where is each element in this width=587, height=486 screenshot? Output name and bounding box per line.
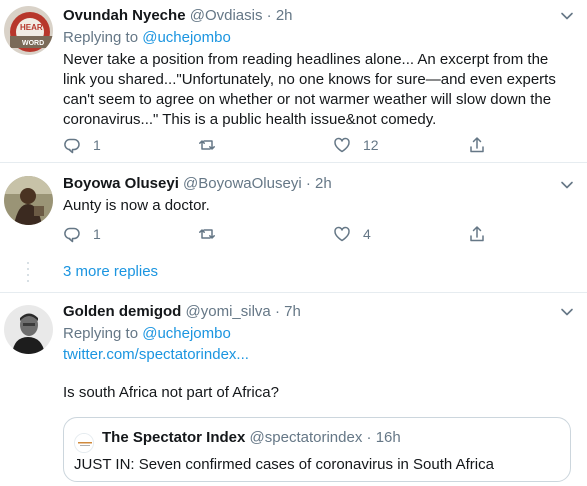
more-replies-link[interactable]: 3 more replies (63, 262, 158, 282)
svg-text:HEAR: HEAR (20, 23, 43, 32)
chevron-down-icon[interactable] (560, 305, 574, 319)
avatar[interactable] (4, 305, 53, 354)
like-count: 12 (363, 137, 379, 153)
display-name[interactable]: Golden demigod (63, 303, 181, 320)
tweet-text-line: link you shared..."Unfortunately, no one… (63, 71, 556, 88)
like-button[interactable]: 4 (333, 224, 371, 244)
tweet-link[interactable]: twitter.com/spectatorindex... (63, 345, 249, 365)
quoted-handle: @spectatorindex (249, 429, 363, 446)
user-handle[interactable]: @BoyowaOluseyi (183, 175, 302, 192)
replying-to-link[interactable]: @uchejombo (142, 29, 231, 46)
tweet-actions: 1 4 (63, 224, 503, 244)
tweet-boyowa[interactable]: Boyowa Oluseyi @BoyowaOluseyi · 2h Aunty… (0, 163, 587, 259)
separator-dot: · (266, 7, 272, 24)
reply-button[interactable]: 1 (63, 224, 101, 244)
tweet-text-line: Never take a position from reading headl… (63, 51, 549, 68)
tweet-header: Golden demigod @yomi_silva · 7h (63, 302, 301, 322)
spectator-index-avatar (74, 433, 94, 453)
share-icon (470, 137, 484, 153)
chevron-down-icon[interactable] (560, 178, 574, 192)
timestamp[interactable]: 2h (315, 175, 332, 192)
retweet-icon (199, 229, 215, 239)
user-handle[interactable]: @Ovdiasis (190, 7, 263, 24)
tweet-text-line: Is south Africa not part of Africa? (63, 384, 279, 401)
share-button[interactable] (468, 135, 486, 155)
replying-to-link[interactable]: @uchejombo (142, 325, 231, 342)
tweet-header: Ovundah Nyeche @Ovdiasis · 2h (63, 6, 293, 26)
quoted-tweet[interactable]: The Spectator Index @spectatorindex · 16… (63, 417, 571, 482)
tweet-actions: 1 12 (63, 135, 503, 155)
thread-dots (24, 262, 32, 286)
reply-count: 1 (93, 137, 101, 153)
share-icon (470, 226, 484, 242)
like-count: 4 (363, 226, 371, 242)
tweet-header: Boyowa Oluseyi @BoyowaOluseyi · 2h (63, 174, 332, 194)
quoted-timestamp: 16h (375, 429, 401, 446)
display-name[interactable]: Boyowa Oluseyi (63, 175, 179, 192)
tweet-text-line: Aunty is now a doctor. (63, 197, 210, 214)
like-button[interactable]: 12 (333, 135, 379, 155)
replying-prefix: Replying to (63, 325, 139, 342)
separator-dot: · (366, 429, 372, 446)
timestamp[interactable]: 7h (284, 303, 301, 320)
chevron-down-icon[interactable] (560, 9, 574, 23)
retweet-button[interactable] (198, 224, 228, 244)
timestamp[interactable]: 2h (276, 7, 293, 24)
retweet-button[interactable] (198, 135, 228, 155)
svg-text:WORD: WORD (22, 40, 44, 47)
display-name[interactable]: Ovundah Nyeche (63, 7, 186, 24)
tweet-text-line: coronavirus..." This is a public health … (63, 111, 437, 128)
tweet-text-line: can't seem to agree on whether or not wa… (63, 91, 552, 108)
separator-dot: · (274, 303, 280, 320)
replying-to: Replying to @uchejombo (63, 324, 231, 344)
avatar[interactable] (4, 176, 53, 225)
reply-count: 1 (93, 226, 101, 242)
quoted-tweet-text: JUST IN: Seven confirmed cases of corona… (74, 456, 494, 473)
quoted-tweet-header: The Spectator Index @spectatorindex · 16… (102, 428, 401, 448)
reply-icon (64, 138, 80, 154)
quoted-display-name: The Spectator Index (102, 429, 246, 446)
like-icon (334, 137, 350, 153)
replying-prefix: Replying to (63, 29, 139, 46)
reply-button[interactable]: 1 (63, 135, 101, 155)
tweet-ovundah[interactable]: HEAR WORD Ovundah Nyeche @Ovdiasis · 2h … (0, 0, 587, 162)
user-handle[interactable]: @yomi_silva (186, 303, 271, 320)
reply-icon (64, 227, 80, 243)
retweet-icon (199, 140, 215, 150)
avatar[interactable]: HEAR WORD (4, 6, 53, 55)
like-icon (334, 226, 350, 242)
replying-to: Replying to @uchejombo (63, 28, 231, 48)
share-button[interactable] (468, 224, 486, 244)
separator-dot: · (305, 175, 311, 192)
